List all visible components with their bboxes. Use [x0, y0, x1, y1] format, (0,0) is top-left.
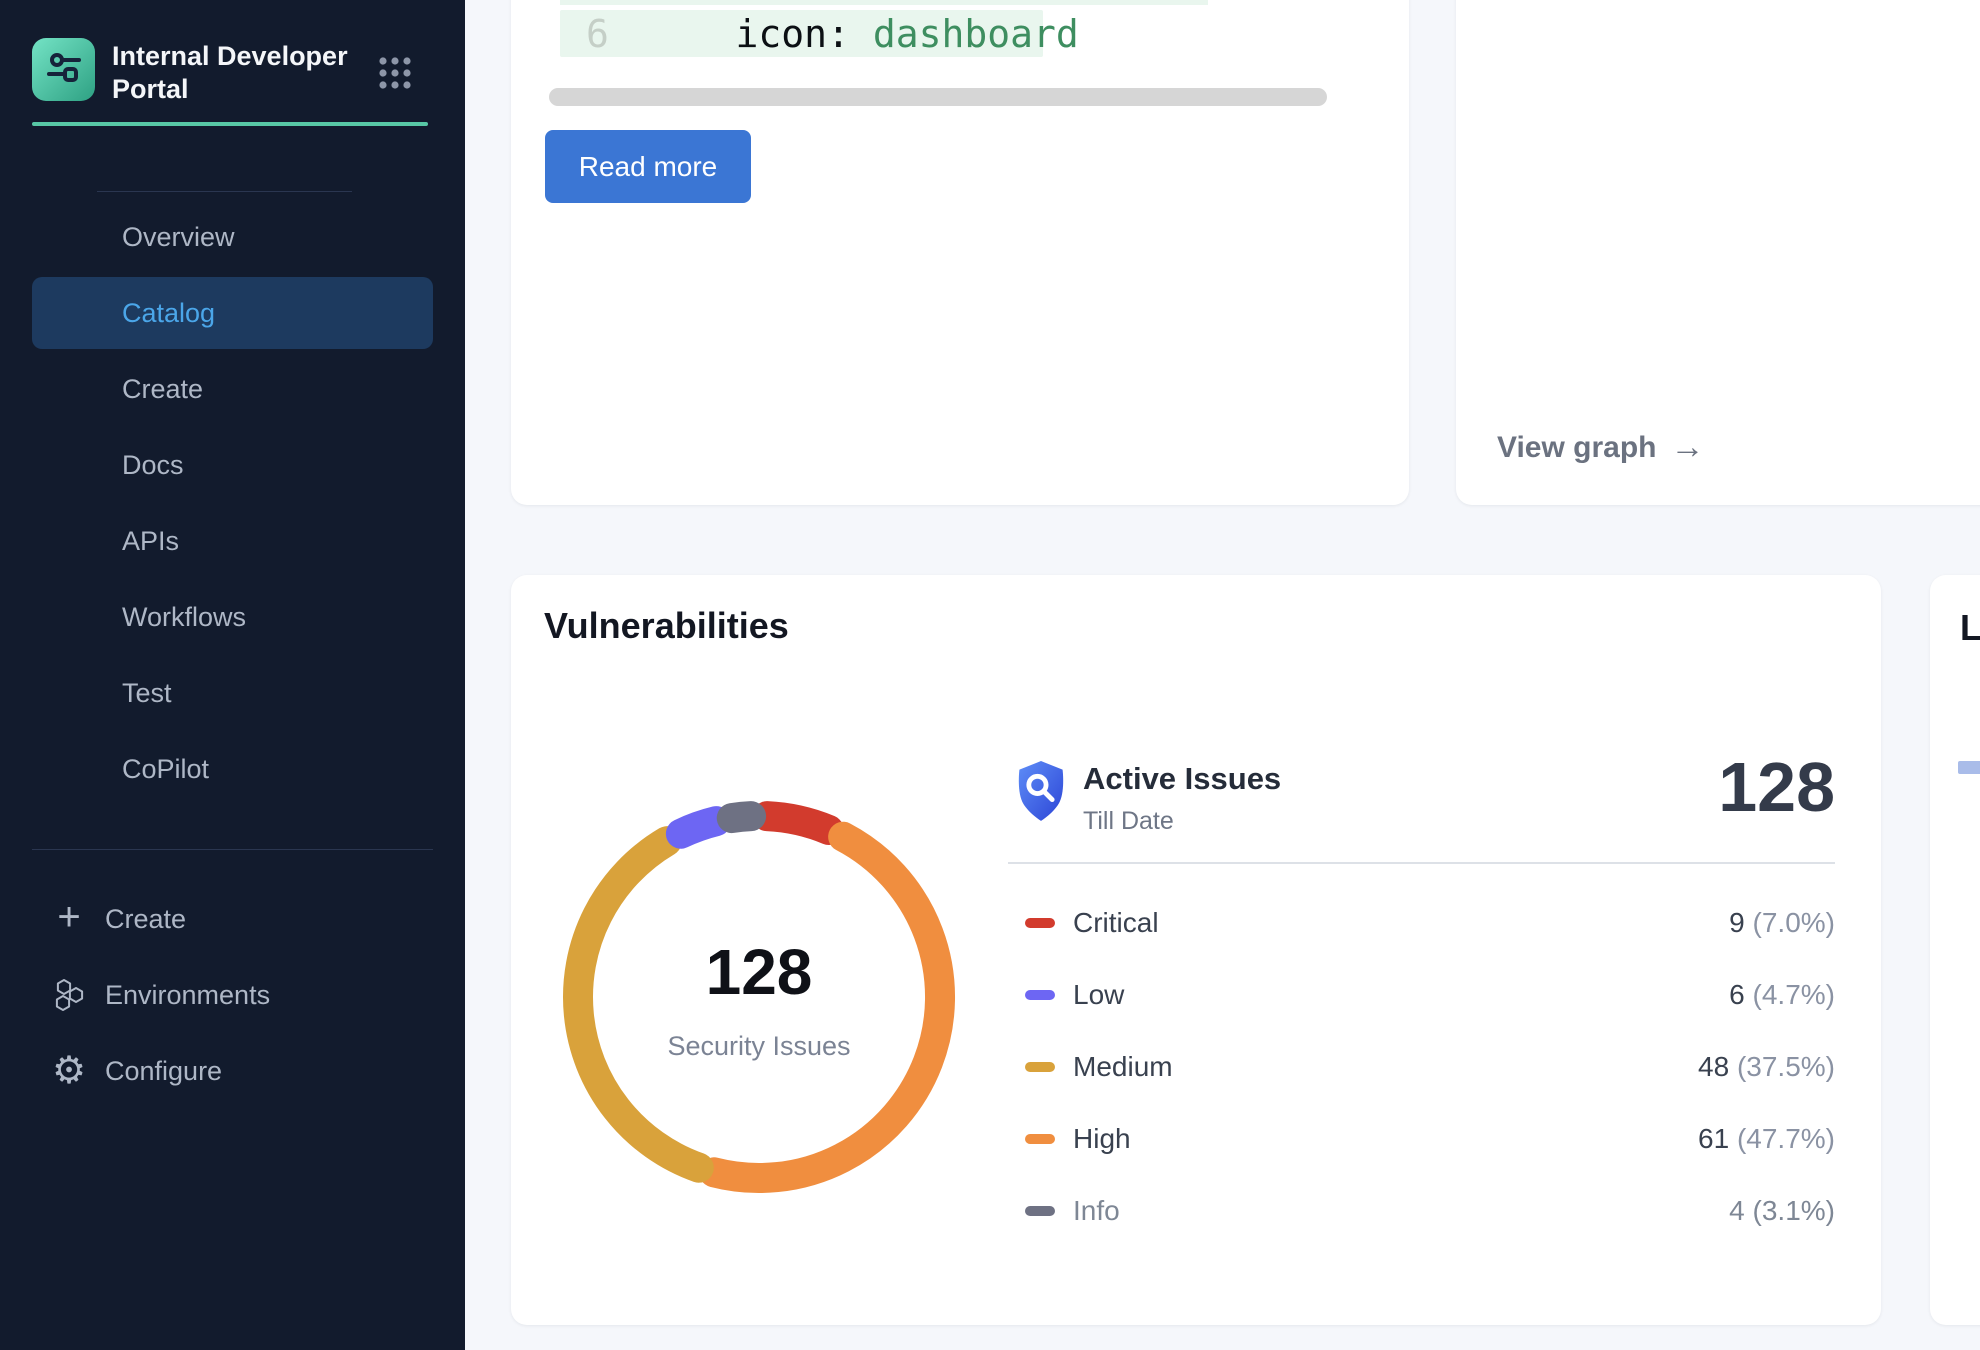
sidebar-header: Internal Developer Portal	[0, 0, 465, 126]
donut-segment-critical	[767, 816, 829, 830]
legend-value: 61 (47.7%)	[1698, 1123, 1835, 1155]
legend-row-low: Low 6 (4.7%)	[1008, 975, 1835, 1015]
main-content: 6 icon: dashboard Read more View graph →…	[465, 0, 1980, 1350]
legend-value: 4 (3.1%)	[1729, 1195, 1835, 1227]
code-line-previous	[560, 0, 1208, 5]
vulnerabilities-card: Vulnerabilities 128 Security Issues Acti…	[511, 575, 1881, 1325]
code-text: icon: dashboard	[667, 12, 1079, 56]
legend-value: 48 (37.5%)	[1698, 1051, 1835, 1083]
sidebar-item-create-action[interactable]: + Create	[0, 881, 465, 957]
docs-preview-card: 6 icon: dashboard Read more	[511, 0, 1409, 505]
partial-bar-chart-bar	[1958, 761, 1980, 774]
card-title: Vulnerabilities	[544, 605, 789, 647]
sidebar-item-environments[interactable]: Environments	[0, 957, 465, 1033]
sidebar: Internal Developer Portal Overview Catal…	[0, 0, 465, 1350]
sidebar-item-apis[interactable]: APIs	[32, 503, 433, 579]
app-logo[interactable]	[32, 38, 95, 101]
donut-sublabel: Security Issues	[559, 1031, 959, 1062]
sidebar-bottom-nav: + Create Environments ⚙ Configure	[0, 881, 465, 1109]
code-key: icon:	[736, 12, 873, 56]
legend-row-critical: Critical 9 (7.0%)	[1008, 903, 1835, 943]
plus-icon: +	[50, 898, 88, 936]
active-issues-subtitle: Till Date	[1083, 807, 1174, 836]
legend-row-high: High 61 (47.7%)	[1008, 1119, 1835, 1159]
nav-divider	[97, 191, 352, 192]
header-accent-line	[32, 122, 428, 126]
sidebar-item-copilot[interactable]: CoPilot	[32, 731, 433, 807]
low-pill	[1025, 990, 1055, 1000]
info-pill	[1025, 1206, 1055, 1216]
bottom-item-label: Environments	[105, 980, 270, 1011]
view-graph-link[interactable]: View graph →	[1497, 428, 1705, 467]
donut-total: 128	[559, 935, 959, 1009]
legend-value: 6 (4.7%)	[1729, 979, 1835, 1011]
code-value: dashboard	[873, 12, 1079, 56]
apps-grid-icon[interactable]	[378, 56, 412, 90]
sidebar-item-overview[interactable]: Overview	[32, 199, 433, 275]
high-pill	[1025, 1134, 1055, 1144]
arrow-right-icon: →	[1671, 428, 1705, 467]
active-issues-title: Active Issues	[1083, 761, 1281, 797]
sidebar-item-docs[interactable]: Docs	[32, 427, 433, 503]
legend-label: Info	[1073, 1195, 1120, 1227]
bottom-item-label: Create	[105, 904, 186, 935]
legend-row-info: Info 4 (3.1%)	[1008, 1191, 1835, 1231]
shield-search-icon	[1010, 758, 1072, 824]
partial-right-card: L	[1930, 575, 1980, 1325]
sliders-icon	[46, 49, 82, 90]
legend-label: Medium	[1073, 1051, 1173, 1083]
read-more-button[interactable]: Read more	[545, 130, 751, 203]
legend-value: 9 (7.0%)	[1729, 907, 1835, 939]
medium-pill	[1025, 1062, 1055, 1072]
sidebar-nav: Overview Catalog Create Docs APIs Workfl…	[0, 199, 465, 807]
legend-row-medium: Medium 48 (37.5%)	[1008, 1047, 1835, 1087]
hexagons-icon	[50, 976, 88, 1014]
legend-label: High	[1073, 1123, 1131, 1155]
security-donut-chart: 128 Security Issues	[559, 797, 959, 1197]
bottom-item-label: Configure	[105, 1056, 222, 1087]
legend-label: Critical	[1073, 907, 1159, 939]
critical-pill	[1025, 918, 1055, 928]
horizontal-scrollbar[interactable]	[549, 88, 1327, 106]
partial-card-title: L	[1960, 607, 1980, 649]
donut-segment-info	[732, 816, 751, 818]
graph-card: View graph →	[1456, 0, 1980, 505]
bottom-divider	[32, 849, 433, 850]
sidebar-item-catalog[interactable]: Catalog	[32, 277, 433, 349]
summary-divider	[1008, 862, 1835, 864]
active-issues-total: 128	[1718, 747, 1835, 827]
app-title: Internal Developer Portal	[112, 40, 362, 106]
sidebar-item-create[interactable]: Create	[32, 351, 433, 427]
legend-label: Low	[1073, 979, 1124, 1011]
gear-icon: ⚙	[50, 1052, 88, 1090]
sidebar-item-configure[interactable]: ⚙ Configure	[0, 1033, 465, 1109]
sidebar-item-workflows[interactable]: Workflows	[32, 579, 433, 655]
code-line-6: 6 icon: dashboard	[560, 10, 1043, 57]
donut-segment-low	[681, 821, 716, 834]
sidebar-item-test[interactable]: Test	[32, 655, 433, 731]
view-graph-label: View graph	[1497, 431, 1657, 465]
code-line-number: 6	[586, 12, 609, 56]
